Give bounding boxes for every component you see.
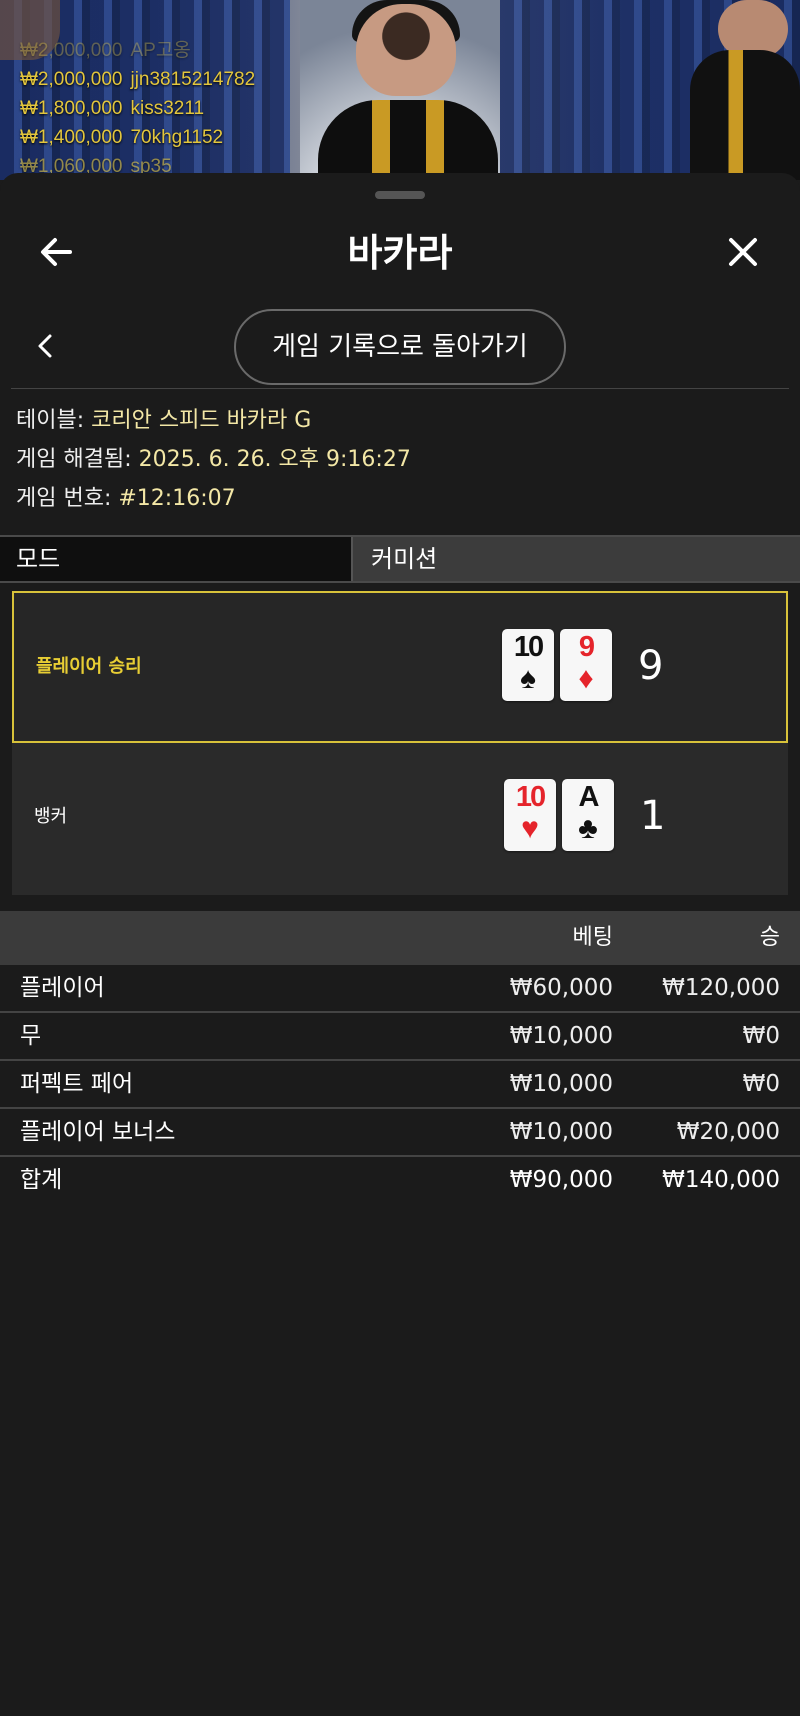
ticker-user: AP고옹 bbox=[130, 40, 191, 61]
arrow-left-icon bbox=[41, 238, 72, 266]
game-number-row: 게임 번호: #12:16:07 bbox=[16, 479, 786, 518]
ticker-amount: ₩1,800,000 bbox=[20, 98, 123, 119]
table-label: 테이블: bbox=[16, 408, 85, 433]
resolved-value: 2025. 6. 26. 오후 9:16:27 bbox=[138, 447, 411, 472]
diamond-icon: ♦ bbox=[578, 662, 594, 695]
bets-table-header: 베팅 승 bbox=[0, 911, 800, 965]
playing-card: 9 ♦ bbox=[560, 629, 612, 701]
table-row: 플레이어 보너스 ₩10,000 ₩20,000 bbox=[0, 1109, 800, 1157]
bet-amount: ₩10,000 bbox=[509, 1071, 613, 1097]
ticker-user: kiss3211 bbox=[130, 98, 205, 119]
back-button[interactable] bbox=[32, 227, 82, 277]
ticker-item: ₩2,000,000 AP고옹 bbox=[20, 36, 255, 65]
ticker-user: 70khg1152 bbox=[130, 127, 224, 148]
table-info-row: 테이블: 코리안 스피드 바카라 G bbox=[16, 401, 786, 440]
mode-tabs: 모드 커미션 bbox=[0, 535, 800, 583]
win-amount: ₩20,000 bbox=[676, 1119, 780, 1145]
hands-panel: 플레이어 승리 10 ♠ 9 ♦ 9 뱅커 10 ♥ A ♣ 1 bbox=[12, 591, 788, 895]
banker-hand: 뱅커 10 ♥ A ♣ 1 bbox=[12, 743, 788, 895]
win-amount: ₩0 bbox=[742, 1071, 780, 1097]
game-number-label: 게임 번호: bbox=[16, 486, 112, 511]
bet-name: 플레이어 bbox=[20, 975, 105, 1001]
table-row: 퍼펙트 페어 ₩10,000 ₩0 bbox=[0, 1061, 800, 1109]
ticker-amount: ₩2,000,000 bbox=[20, 40, 123, 61]
bet-name: 퍼펙트 페어 bbox=[20, 1071, 134, 1097]
back-to-history-button[interactable]: 게임 기록으로 돌아가기 bbox=[234, 309, 566, 385]
banker-score: 1 bbox=[640, 793, 666, 839]
playing-card: 10 ♠ bbox=[502, 629, 554, 701]
game-info: 테이블: 코리안 스피드 바카라 G 게임 해결됨: 2025. 6. 26. … bbox=[16, 401, 786, 518]
table-row: 플레이어 ₩60,000 ₩120,000 bbox=[0, 965, 800, 1013]
playing-card: 10 ♥ bbox=[504, 779, 556, 851]
ticker-amount: ₩2,000,000 bbox=[20, 69, 123, 90]
page-title: 바카라 bbox=[347, 231, 453, 275]
bet-amount: ₩10,000 bbox=[509, 1023, 613, 1049]
table-row: 무 ₩10,000 ₩0 bbox=[0, 1013, 800, 1061]
player-hand: 플레이어 승리 10 ♠ 9 ♦ 9 bbox=[12, 591, 788, 743]
previous-button[interactable] bbox=[26, 326, 66, 366]
bet-amount: ₩60,000 bbox=[509, 975, 613, 1001]
card-rank: 10 bbox=[513, 631, 544, 663]
card-rank: 9 bbox=[578, 631, 595, 663]
banker-hand-label: 뱅커 bbox=[34, 806, 68, 827]
winners-ticker: ₩2,000,000 AP고옹 ₩2,000,000 jjn3815214782 ₩… bbox=[20, 36, 255, 180]
resolved-info-row: 게임 해결됨: 2025. 6. 26. 오후 9:16:27 bbox=[16, 440, 786, 479]
bets-table: 베팅 승 플레이어 ₩60,000 ₩120,000 무 ₩10,000 ₩0 … bbox=[0, 911, 800, 1205]
video-side-person-right-body bbox=[690, 50, 800, 180]
total-win-amount: ₩140,000 bbox=[662, 1167, 780, 1193]
dealer-head bbox=[356, 4, 456, 96]
ticker-amount: ₩1,400,000 bbox=[20, 127, 123, 148]
sub-navigation: 게임 기록으로 돌아가기 bbox=[0, 301, 800, 391]
ticker-item: ₩1,800,000 kiss3211 bbox=[20, 94, 255, 123]
win-amount: ₩120,000 bbox=[662, 975, 780, 1001]
game-history-sheet: 바카라 게임 기록으로 돌아가기 테이블: 코리안 스피드 바카라 G 게임 해… bbox=[0, 173, 800, 1716]
ticker-item: ₩2,000,000 jjn3815214782 bbox=[20, 65, 255, 94]
card-rank: A bbox=[578, 781, 600, 813]
chevron-left-icon bbox=[38, 334, 52, 358]
close-icon bbox=[729, 238, 757, 266]
player-hand-label: 플레이어 승리 bbox=[36, 656, 142, 677]
total-row: 합계 ₩90,000 ₩140,000 bbox=[0, 1157, 800, 1205]
player-score: 9 bbox=[638, 643, 664, 689]
ticker-user: jjn3815214782 bbox=[130, 69, 256, 90]
total-bet-amount: ₩90,000 bbox=[509, 1167, 613, 1193]
resolved-label: 게임 해결됨: bbox=[16, 447, 132, 472]
game-number-value: #12:16:07 bbox=[118, 486, 236, 511]
spade-icon: ♠ bbox=[520, 662, 536, 695]
total-label: 합계 bbox=[20, 1167, 63, 1193]
club-icon: ♣ bbox=[578, 812, 598, 845]
playing-card: A ♣ bbox=[562, 779, 614, 851]
bet-name: 무 bbox=[20, 1023, 42, 1049]
live-video-feed: ₩2,000,000 AP고옹 ₩2,000,000 jjn3815214782 ₩… bbox=[0, 0, 800, 180]
win-column-header: 승 bbox=[759, 925, 780, 950]
heart-icon: ♥ bbox=[521, 812, 539, 845]
win-amount: ₩0 bbox=[742, 1023, 780, 1049]
section-divider bbox=[11, 388, 789, 389]
bet-name: 플레이어 보너스 bbox=[20, 1119, 176, 1145]
dealer-body bbox=[318, 100, 498, 180]
sheet-header: 바카라 bbox=[0, 213, 800, 293]
ticker-item: ₩1,400,000 70khg1152 bbox=[20, 123, 255, 152]
bet-column-header: 베팅 bbox=[572, 925, 613, 950]
sheet-drag-handle[interactable] bbox=[375, 191, 425, 199]
tab-mode[interactable]: 모드 bbox=[0, 537, 353, 581]
close-button[interactable] bbox=[718, 227, 768, 277]
card-rank: 10 bbox=[515, 781, 546, 813]
bet-amount: ₩10,000 bbox=[509, 1119, 613, 1145]
tab-commission[interactable]: 커미션 bbox=[355, 537, 800, 581]
table-value: 코리안 스피드 바카라 G bbox=[91, 408, 312, 433]
